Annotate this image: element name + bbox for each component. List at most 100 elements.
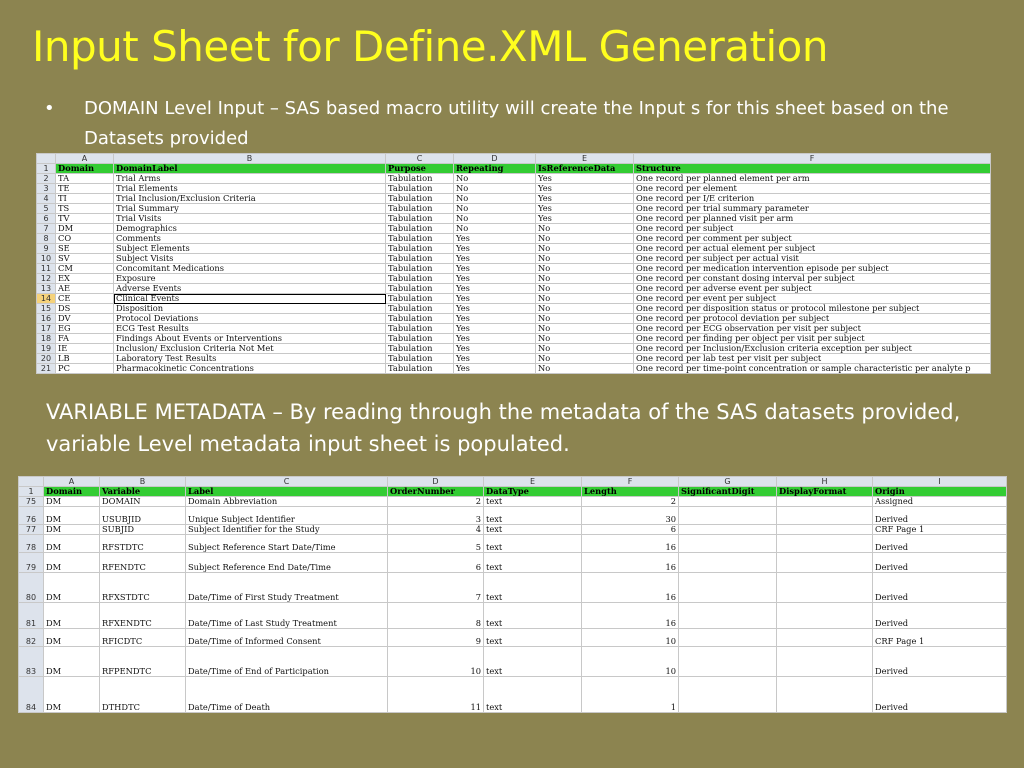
grid-cell[interactable]: TV — [55, 213, 114, 224]
grid-cell[interactable]: Clinical Events — [113, 293, 386, 304]
grid-cell[interactable]: Yes — [453, 293, 536, 304]
column-letter[interactable]: F — [633, 153, 991, 164]
grid-cell[interactable]: Subject Elements — [113, 243, 386, 254]
grid-cell[interactable]: Tabulation — [385, 313, 454, 324]
grid-cell[interactable]: One record per ECG observation per visit… — [633, 323, 991, 334]
column-letter[interactable]: C — [185, 476, 388, 487]
grid-cell[interactable]: SE — [55, 243, 114, 254]
header-cell[interactable]: Label — [185, 486, 388, 497]
grid-cell[interactable]: Subject Reference Start Date/Time — [185, 534, 388, 553]
grid-cell[interactable]: Subject Reference End Date/Time — [185, 552, 388, 573]
column-letter[interactable]: C — [385, 153, 454, 164]
grid-cell[interactable] — [776, 506, 873, 525]
row-number[interactable]: 76 — [18, 506, 44, 525]
grid-cell[interactable]: Tabulation — [385, 173, 454, 184]
grid-cell[interactable]: DM — [43, 628, 100, 647]
grid-cell[interactable]: Yes — [535, 193, 634, 204]
grid-cell[interactable]: No — [535, 273, 634, 284]
row-number[interactable]: 83 — [18, 646, 44, 677]
grid-cell[interactable] — [678, 572, 777, 603]
column-letter[interactable]: F — [581, 476, 679, 487]
grid-cell[interactable]: Tabulation — [385, 333, 454, 344]
row-number[interactable]: 11 — [36, 263, 56, 274]
grid-cell[interactable]: 5 — [387, 534, 484, 553]
grid-cell[interactable]: No — [453, 203, 536, 214]
grid-cell[interactable]: Tabulation — [385, 213, 454, 224]
grid-cell[interactable]: Subject Identifier for the Study — [185, 524, 388, 535]
row-number[interactable]: 2 — [36, 173, 56, 184]
grid-cell[interactable]: No — [535, 323, 634, 334]
row-number[interactable]: 18 — [36, 333, 56, 344]
row-number[interactable]: 16 — [36, 313, 56, 324]
grid-cell[interactable]: One record per comment per subject — [633, 233, 991, 244]
header-cell[interactable]: SignificantDigit — [678, 486, 777, 497]
grid-cell[interactable]: 16 — [581, 552, 679, 573]
row-number[interactable]: 17 — [36, 323, 56, 334]
grid-cell[interactable]: Derived — [872, 602, 1007, 629]
row-number[interactable]: 4 — [36, 193, 56, 204]
grid-cell[interactable]: SV — [55, 253, 114, 264]
grid-cell[interactable]: TA — [55, 173, 114, 184]
grid-cell[interactable]: Tabulation — [385, 283, 454, 294]
header-cell[interactable]: Length — [581, 486, 679, 497]
grid-cell[interactable] — [776, 646, 873, 677]
grid-cell[interactable]: IE — [55, 343, 114, 354]
grid-cell[interactable]: Date/Time of Informed Consent — [185, 628, 388, 647]
grid-cell[interactable]: text — [483, 628, 582, 647]
grid-cell[interactable] — [678, 506, 777, 525]
grid-cell[interactable]: No — [535, 303, 634, 314]
grid-cell[interactable]: RFPENDTC — [99, 646, 186, 677]
grid-cell[interactable]: DM — [43, 524, 100, 535]
grid-cell[interactable]: Tabulation — [385, 293, 454, 304]
grid-cell[interactable]: Tabulation — [385, 193, 454, 204]
grid-cell[interactable]: One record per planned element per arm — [633, 173, 991, 184]
grid-cell[interactable]: Yes — [453, 353, 536, 364]
grid-cell[interactable]: One record per element — [633, 183, 991, 194]
grid-cell[interactable]: DM — [43, 506, 100, 525]
grid-cell[interactable]: Yes — [453, 263, 536, 274]
grid-cell[interactable]: DM — [43, 602, 100, 629]
column-letter[interactable]: G — [678, 476, 777, 487]
grid-cell[interactable]: Tabulation — [385, 233, 454, 244]
header-cell[interactable]: DomainLabel — [113, 163, 386, 174]
grid-cell[interactable] — [678, 628, 777, 647]
grid-cell[interactable]: Derived — [872, 572, 1007, 603]
grid-cell[interactable]: One record per finding per object per vi… — [633, 333, 991, 344]
row-number[interactable]: 77 — [18, 524, 44, 535]
grid-cell[interactable]: DM — [43, 496, 100, 507]
row-number[interactable]: 1 — [36, 163, 56, 174]
grid-cell[interactable]: 16 — [581, 602, 679, 629]
grid-cell[interactable]: No — [453, 173, 536, 184]
grid-cell[interactable]: Yes — [535, 203, 634, 214]
grid-cell[interactable]: text — [483, 496, 582, 507]
grid-cell[interactable]: Tabulation — [385, 253, 454, 264]
row-number[interactable]: 5 — [36, 203, 56, 214]
grid-cell[interactable]: DV — [55, 313, 114, 324]
grid-cell[interactable]: One record per subject — [633, 223, 991, 234]
grid-cell[interactable]: Tabulation — [385, 183, 454, 194]
grid-cell[interactable] — [678, 646, 777, 677]
header-cell[interactable]: Repeating — [453, 163, 536, 174]
grid-cell[interactable]: Yes — [453, 273, 536, 284]
grid-cell[interactable]: DS — [55, 303, 114, 314]
row-number[interactable]: 75 — [18, 496, 44, 507]
column-letter[interactable]: B — [99, 476, 186, 487]
grid-cell[interactable]: DTHDTC — [99, 676, 186, 713]
grid-cell[interactable]: Assigned — [872, 496, 1007, 507]
grid-cell[interactable]: 6 — [581, 524, 679, 535]
grid-cell[interactable]: Yes — [535, 173, 634, 184]
row-number[interactable]: 84 — [18, 676, 44, 713]
column-letter[interactable]: A — [43, 476, 100, 487]
grid-cell[interactable]: 30 — [581, 506, 679, 525]
grid-cell[interactable]: 16 — [581, 534, 679, 553]
grid-cell[interactable]: SUBJID — [99, 524, 186, 535]
grid-cell[interactable]: text — [483, 506, 582, 525]
grid-cell[interactable]: text — [483, 534, 582, 553]
grid-cell[interactable]: ECG Test Results — [113, 323, 386, 334]
grid-cell[interactable]: 8 — [387, 602, 484, 629]
grid-cell[interactable]: One record per constant dosing interval … — [633, 273, 991, 284]
select-all-corner[interactable] — [36, 153, 56, 164]
row-number[interactable]: 81 — [18, 602, 44, 629]
grid-cell[interactable]: One record per event per subject — [633, 293, 991, 304]
grid-cell[interactable]: Yes — [453, 343, 536, 354]
